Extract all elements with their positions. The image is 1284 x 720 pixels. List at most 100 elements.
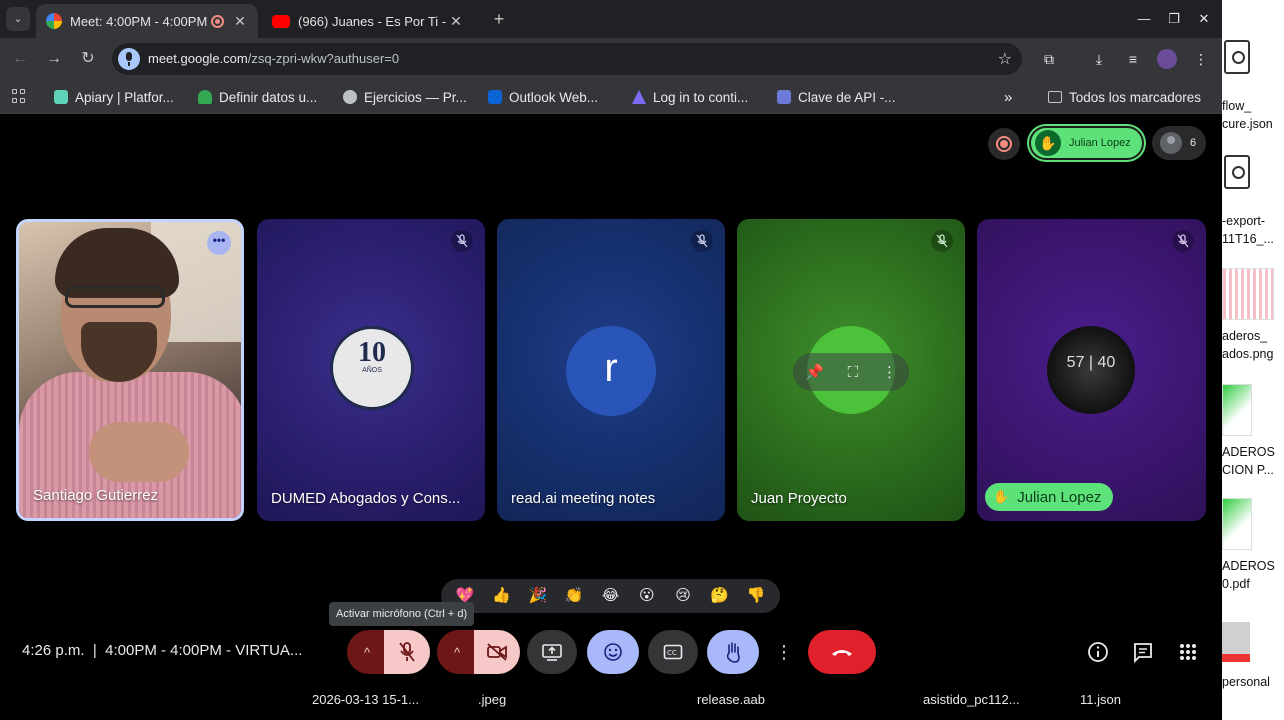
- reaction-thumbs-down-button[interactable]: 👎: [744, 584, 768, 608]
- bookmarks-bar: Apiary | Platfor... Definir datos u... E…: [0, 80, 1222, 114]
- bookmark-item[interactable]: Outlook Web...: [488, 87, 598, 107]
- microphone-toggle-button[interactable]: [384, 630, 430, 674]
- participant-name: DUMED Abogados y Cons...: [271, 490, 461, 507]
- bookmark-item[interactable]: Clave de API -...: [777, 87, 896, 107]
- maximize-button[interactable]: ❐: [1164, 9, 1184, 29]
- more-options-icon[interactable]: ⋮: [882, 363, 897, 381]
- bookmark-item[interactable]: Ejercicios — Pr...: [343, 87, 467, 107]
- download-item[interactable]: release.aab: [697, 692, 765, 707]
- present-screen-button[interactable]: [527, 630, 577, 674]
- apps-grid-icon: [1180, 644, 1196, 660]
- youtube-icon: [272, 14, 290, 28]
- file-icon[interactable]: [1224, 40, 1250, 74]
- tab-youtube[interactable]: (966) Juanes - Es Por Ti - ✕: [262, 4, 484, 38]
- spreadsheet-file-icon[interactable]: [1222, 384, 1252, 436]
- chat-button[interactable]: [1131, 640, 1155, 664]
- all-bookmarks-folder[interactable]: Todos los marcadores: [1048, 87, 1201, 107]
- raised-hand-name-label: ✋ Julian Lopez: [985, 483, 1114, 511]
- bookmark-favicon-icon: [343, 90, 357, 104]
- more-options-button[interactable]: ⋮: [771, 630, 797, 674]
- raised-hand-icon: ✋: [993, 489, 1010, 504]
- apps-grid-icon[interactable]: [12, 89, 26, 103]
- meeting-details-button[interactable]: [1086, 640, 1110, 664]
- reaction-thumbs-up-button[interactable]: 👍: [489, 584, 513, 608]
- raised-hand-icon: ✋: [1035, 130, 1061, 156]
- reaction-laugh-button[interactable]: 😂: [598, 584, 622, 608]
- reaction-clap-button[interactable]: 👏: [562, 584, 586, 608]
- meeting-info: 4:26 p.m. | 4:00PM - 4:00PM - VIRTUA...: [22, 642, 303, 659]
- reaction-sad-button[interactable]: 😢: [671, 584, 695, 608]
- mic-off-icon: [399, 642, 415, 662]
- raised-hand-icon: [726, 642, 740, 663]
- pin-icon[interactable]: 📌: [805, 363, 824, 381]
- back-icon[interactable]: ←: [10, 49, 30, 69]
- bookmark-item[interactable]: Apiary | Platfor...: [54, 87, 174, 107]
- new-tab-button[interactable]: +: [488, 8, 510, 30]
- download-item[interactable]: 11.json: [1080, 692, 1121, 707]
- leave-call-button[interactable]: [808, 630, 876, 674]
- minimize-button[interactable]: —: [1134, 9, 1154, 29]
- raise-hand-button[interactable]: [707, 630, 759, 674]
- recording-indicator-icon[interactable]: [988, 128, 1020, 160]
- present-icon: [542, 644, 562, 661]
- reactions-bar: 💖 👍 🎉 👏 😂 😮 😢 🤔 👎: [441, 579, 780, 613]
- browser-menu-icon[interactable]: ⋮: [1190, 48, 1212, 70]
- mic-off-icon: [451, 230, 473, 252]
- extensions-icon[interactable]: ⧉: [1038, 48, 1060, 70]
- browser-toolbar: ← → ↻ meet.google.com/zsq-zpri-wkw?authu…: [0, 38, 1222, 80]
- info-icon: [1088, 642, 1108, 662]
- reaction-party-button[interactable]: 🎉: [526, 584, 550, 608]
- download-item[interactable]: asistido_pc112...: [923, 692, 1020, 707]
- file-icon[interactable]: [1224, 155, 1250, 189]
- captions-button[interactable]: CC: [648, 630, 698, 674]
- browser-chrome: ⌄ Meet: 4:00PM - 4:00PM - VIRTUA ✕ (966)…: [0, 0, 1222, 114]
- participant-tile-santiago[interactable]: ••• Santiago Gutierrez: [16, 219, 244, 521]
- download-item[interactable]: .jpeg: [478, 692, 506, 707]
- raised-hands-chip[interactable]: ✋ Julian Lopez: [1029, 126, 1144, 160]
- bookmark-item[interactable]: Log in to conti...: [632, 87, 748, 107]
- microphone-permission-icon[interactable]: [118, 48, 140, 70]
- avatar: r: [566, 326, 656, 416]
- media-control-icon[interactable]: ≡: [1122, 48, 1144, 70]
- pdf-file-icon[interactable]: [1222, 622, 1250, 662]
- audio-options-button[interactable]: ^: [347, 630, 387, 674]
- tab-meet[interactable]: Meet: 4:00PM - 4:00PM - VIRTUA ✕: [36, 4, 258, 38]
- activities-button[interactable]: [1176, 640, 1200, 664]
- forward-icon[interactable]: →: [44, 49, 64, 69]
- reactions-button[interactable]: [587, 630, 639, 674]
- people-icon: [1160, 132, 1182, 154]
- bookmark-star-icon[interactable]: ☆: [998, 49, 1012, 69]
- profile-avatar[interactable]: [1156, 48, 1178, 70]
- close-tab-icon[interactable]: ✕: [232, 13, 248, 30]
- download-item[interactable]: 2026-03-13 15-1...: [312, 692, 419, 707]
- video-options-button[interactable]: ^: [437, 630, 477, 674]
- tab-title: (966) Juanes - Es Por Ti -: [298, 13, 447, 29]
- participant-tile-dumed[interactable]: 10 AÑOS DUMED Abogados y Cons...: [257, 219, 485, 521]
- reaction-thinking-button[interactable]: 🤔: [707, 584, 731, 608]
- outlook-icon: [488, 90, 502, 104]
- image-file-icon[interactable]: [1222, 268, 1274, 320]
- close-window-button[interactable]: ✕: [1194, 9, 1214, 29]
- spreadsheet-file-icon[interactable]: [1222, 498, 1252, 550]
- emoji-icon: [604, 643, 622, 661]
- close-tab-icon[interactable]: ✕: [448, 13, 464, 30]
- participant-tile-julian[interactable]: 57 | 40 ✋ Julian Lopez: [977, 219, 1206, 521]
- bookmark-item[interactable]: Definir datos u...: [198, 87, 317, 107]
- end-call-icon: [832, 650, 852, 656]
- participant-tile-readai[interactable]: r read.ai meeting notes: [497, 219, 725, 521]
- reload-icon[interactable]: ↻: [78, 49, 98, 69]
- download-icon[interactable]: ⤓: [1088, 48, 1110, 70]
- reaction-surprised-button[interactable]: 😮: [635, 584, 659, 608]
- frame-icon[interactable]: ⛶: [848, 364, 859, 381]
- camera-toggle-button[interactable]: [474, 630, 520, 674]
- mic-off-icon: [931, 230, 953, 252]
- participant-tile-juan[interactable]: 📌 ⛶ ⋮ Juan Proyecto: [737, 219, 965, 521]
- tab-search-button[interactable]: ⌄: [6, 7, 30, 31]
- participants-chip[interactable]: 6: [1152, 126, 1206, 160]
- more-bookmarks-icon[interactable]: »: [1004, 87, 1012, 107]
- chat-icon: [1134, 643, 1152, 663]
- mic-tooltip: Activar micrófono (Ctrl + d): [329, 602, 475, 626]
- speaking-indicator-icon: •••: [207, 231, 231, 255]
- tab-title: Meet: 4:00PM - 4:00PM - VIRTUA: [70, 13, 209, 29]
- address-bar[interactable]: meet.google.com/zsq-zpri-wkw?authuser=0 …: [112, 43, 1022, 75]
